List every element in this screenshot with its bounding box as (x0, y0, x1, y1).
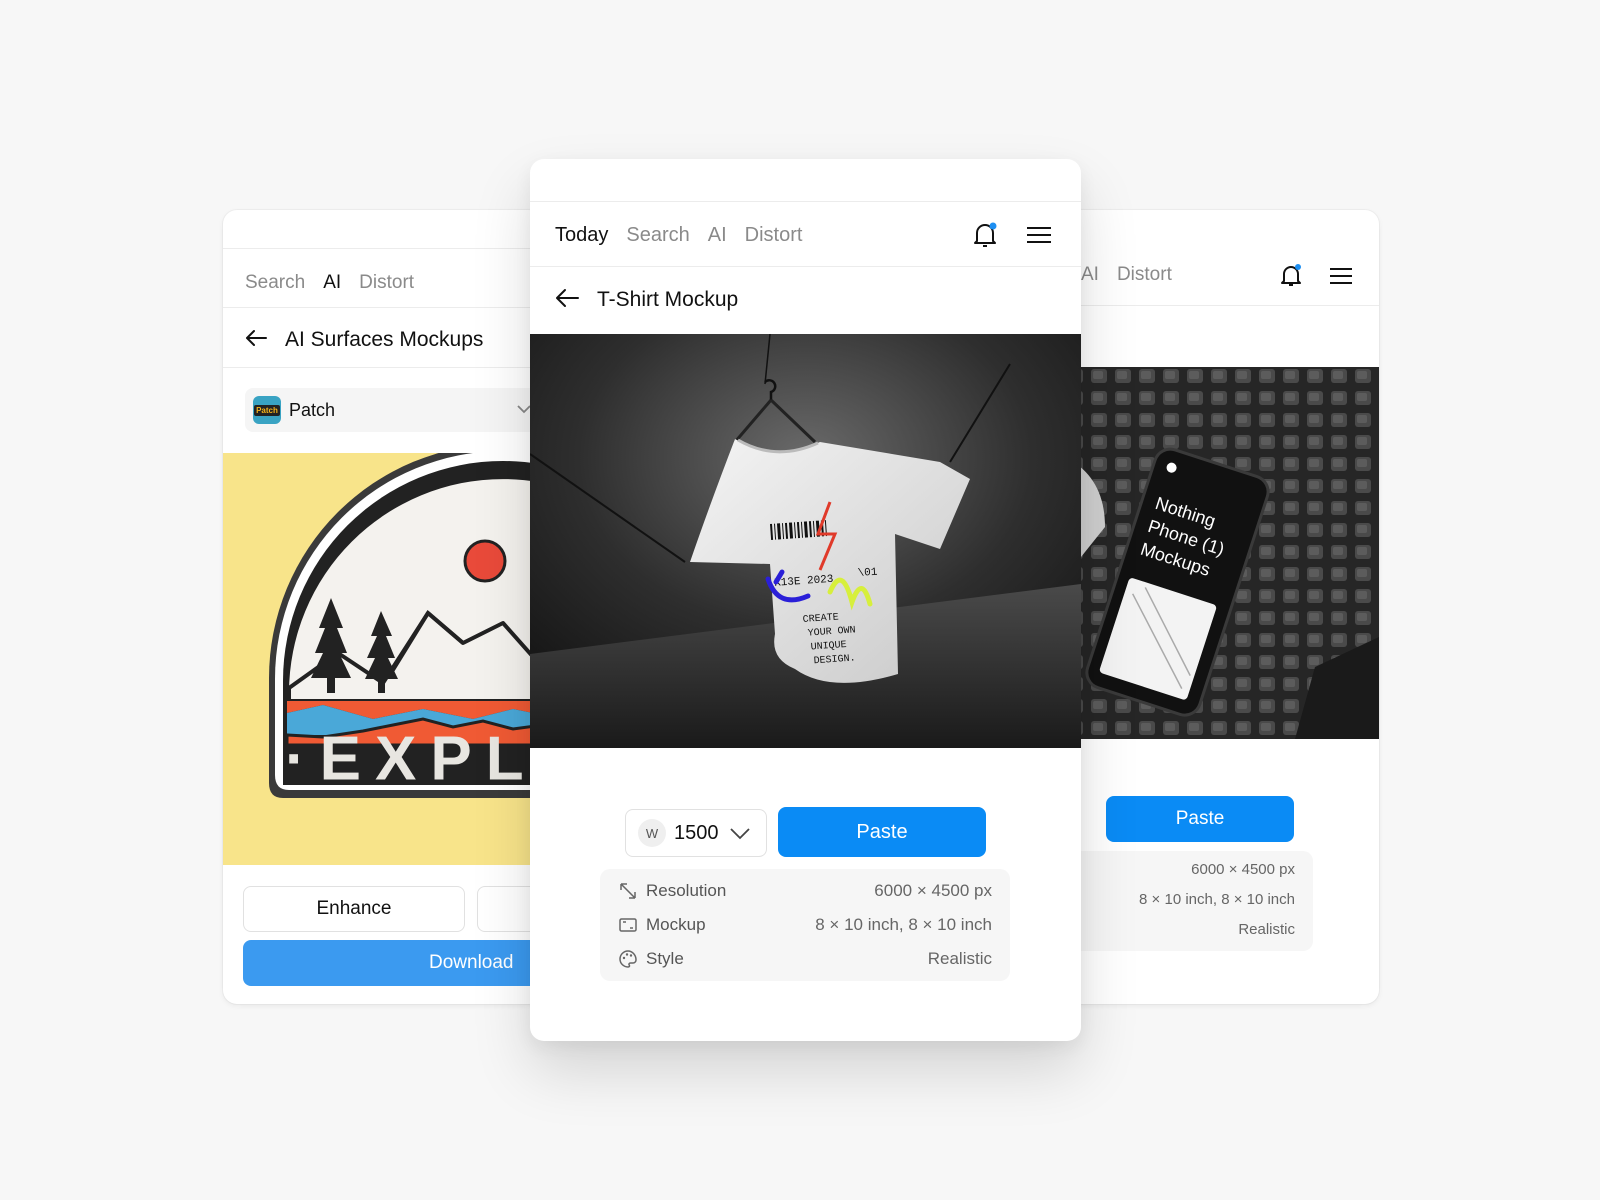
info-panel: 6000 × 4500 px 8 × 10 inch, 8 × 10 inch … (1065, 851, 1313, 951)
paste-button[interactable]: Paste (1106, 796, 1294, 842)
page-title: AI Surfaces Mockups (285, 328, 484, 351)
nav-search[interactable]: Search (245, 272, 305, 294)
tshirt-side-number: \01 (857, 567, 878, 580)
patch-text: ·EXPLO (285, 724, 543, 793)
info-value: 8 × 10 inch, 8 × 10 inch (815, 915, 992, 934)
info-row-resolution: Resolution 6000 × 4500 px (618, 879, 992, 903)
enhance-button[interactable]: Enhance (243, 886, 465, 932)
resolution-icon (620, 883, 636, 899)
style-value: Realistic (1238, 921, 1295, 938)
info-value: Realistic (927, 949, 992, 968)
bell-icon[interactable] (1277, 262, 1305, 290)
divider (223, 367, 543, 368)
back-arrow-icon[interactable] (555, 288, 579, 313)
resolution-value: 6000 × 4500 px (1191, 861, 1295, 878)
info-row-style: Style Realistic (618, 947, 992, 971)
width-select[interactable]: W 1500 (625, 809, 767, 857)
left-card: Search AI Distort AI Surfaces Mockups Pa… (223, 210, 543, 1004)
info-label: Resolution (646, 881, 727, 900)
mockup-type-select[interactable]: Patch Patch (245, 388, 543, 432)
chevron-down-icon (729, 826, 751, 840)
width-prefix-badge: W (638, 819, 666, 847)
bell-icon[interactable] (970, 220, 1000, 250)
menu-icon[interactable] (1327, 264, 1355, 288)
nav-ai[interactable]: AI (1081, 264, 1099, 286)
info-label: Mockup (646, 915, 706, 934)
divider (223, 307, 543, 308)
divider (223, 248, 543, 249)
info-row-mockup: Mockup 8 × 10 inch, 8 × 10 inch (618, 913, 992, 937)
top-nav: Today Search AI Distort (555, 219, 820, 251)
paste-button[interactable]: Paste (778, 807, 986, 857)
phone-mockup-image: Nothing Phone (1) Mockups (1065, 367, 1379, 739)
back-arrow-icon[interactable] (245, 329, 267, 352)
right-card: AI Distort Nothing Phone (1) Mockups Pas… (1065, 210, 1379, 1004)
info-label: Style (646, 949, 684, 968)
palette-icon (619, 950, 637, 968)
nav-distort[interactable]: Distort (1117, 264, 1172, 286)
download-button[interactable]: Download (243, 940, 543, 986)
patch-mockup-image: ·EXPLO (223, 453, 543, 865)
info-panel: Resolution 6000 × 4500 px Mockup 8 × 10 … (600, 869, 1010, 981)
divider (530, 201, 1081, 202)
top-nav: Search AI Distort (245, 268, 432, 298)
nav-search[interactable]: Search (626, 224, 689, 247)
title-bar: T-Shirt Mockup (555, 282, 738, 318)
nav-ai[interactable]: AI (323, 272, 341, 294)
patch-thumbnail-icon: Patch (253, 396, 281, 424)
info-value: 6000 × 4500 px (874, 881, 992, 900)
nav-distort[interactable]: Distort (359, 272, 414, 294)
menu-icon[interactable] (1024, 223, 1054, 247)
frame-icon (619, 918, 637, 932)
mockup-value: 8 × 10 inch, 8 × 10 inch (1139, 891, 1295, 908)
page-title: T-Shirt Mockup (597, 288, 739, 311)
center-card: Today Search AI Distort T-Shirt Mockup K… (530, 159, 1081, 1041)
width-value: 1500 (674, 821, 719, 844)
select-value: Patch (289, 399, 336, 420)
nav-ai[interactable]: AI (708, 224, 727, 247)
divider (1065, 305, 1379, 306)
tshirt-mockup-image: K13E 2023 \01 CREATE YOUR OWN UNIQUE DES… (530, 334, 1081, 748)
nav-distort[interactable]: Distort (745, 224, 803, 247)
title-bar: AI Surfaces Mockups (245, 322, 483, 358)
top-nav: AI Distort (1081, 260, 1190, 290)
nav-today[interactable]: Today (555, 224, 608, 247)
divider (530, 266, 1081, 267)
